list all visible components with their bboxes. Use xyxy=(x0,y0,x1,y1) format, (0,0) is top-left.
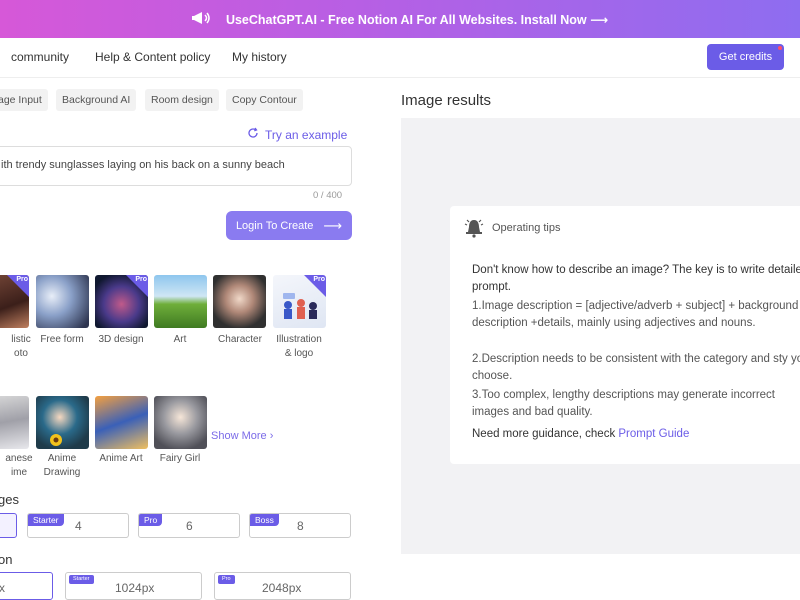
sunflower-icon xyxy=(50,434,62,446)
boss-tag: Boss xyxy=(250,514,279,526)
style-label-illustration-logo: Illustration & logo xyxy=(276,334,322,359)
style-label-fairy-girl: Fairy Girl xyxy=(159,453,201,464)
image-count-option-boss[interactable]: Boss 8 xyxy=(249,513,351,538)
login-label: Login To Create xyxy=(235,219,314,232)
bell-icon xyxy=(464,219,484,238)
resolution-value: 1024px xyxy=(115,581,155,595)
resolution-option-default[interactable]: x xyxy=(0,572,53,600)
tips-guidance: Need more guidance, check Prompt Guide xyxy=(472,428,690,440)
style-thumb-illustration-logo[interactable]: Pro xyxy=(273,275,326,328)
notification-dot xyxy=(778,46,782,50)
app-root: UseChatGPT.AI - Free Notion AI For All W… xyxy=(0,0,800,600)
pro-tag: Pro xyxy=(218,575,235,584)
images-count-label: ges xyxy=(0,492,19,507)
banner-text: UseChatGPT.AI - Free Notion AI For All W… xyxy=(225,12,609,27)
tip-2: 2.Description needs to be consistent wit… xyxy=(472,353,800,382)
image-count-option-starter[interactable]: Starter 4 xyxy=(27,513,129,538)
chip-room-design[interactable]: Room design xyxy=(145,89,219,111)
tip-1: 1.Image description = [adjective/adverb … xyxy=(472,300,799,329)
chip-copy-contour[interactable]: Copy Contour xyxy=(226,89,303,111)
nav-help[interactable]: Help & Content policy xyxy=(95,50,210,64)
resolution-value: x xyxy=(0,581,5,595)
image-count-option-1[interactable] xyxy=(0,513,17,538)
operating-tips-card: Operating tips Don't know how to describ… xyxy=(450,206,800,464)
style-label-3d-design: 3D design xyxy=(98,334,144,345)
image-count-option-pro[interactable]: Pro 6 xyxy=(138,513,240,538)
top-nav: community Help & Content policy My histo… xyxy=(0,38,800,78)
tips-header: Operating tips xyxy=(464,218,560,238)
promo-banner[interactable]: UseChatGPT.AI - Free Notion AI For All W… xyxy=(0,0,800,38)
style-thumb-anime-art[interactable] xyxy=(95,396,148,449)
style-thumb-art[interactable] xyxy=(154,275,207,328)
tip-3: 3.Too complex, lengthy descriptions may … xyxy=(472,389,775,418)
arrow-right-icon: ⟶ xyxy=(323,217,343,233)
pro-tag: Pro xyxy=(139,514,163,526)
resolution-label: on xyxy=(0,552,13,567)
image-count-value: 6 xyxy=(186,519,193,533)
get-credits-button[interactable]: Get credits xyxy=(707,44,784,70)
try-example-link[interactable]: Try an example xyxy=(247,127,347,142)
style-thumb-free-form[interactable] xyxy=(36,275,89,328)
prompt-guide-link[interactable]: Prompt Guide xyxy=(618,428,689,440)
tips-question: Don't know how to describe an image? The… xyxy=(472,264,800,293)
resolution-value: 2048px xyxy=(262,581,302,595)
starter-tag: Starter xyxy=(28,514,64,526)
chip-image-input[interactable]: age Input xyxy=(0,89,48,111)
style-thumb-realistic-photo[interactable]: Pro xyxy=(0,275,29,328)
style-label-art: Art xyxy=(173,334,187,345)
prompt-input[interactable]: ith trendy sunglasses laying on his back… xyxy=(0,146,352,186)
chip-background-ai[interactable]: Background AI xyxy=(56,89,137,111)
image-count-value: 4 xyxy=(75,519,82,533)
image-results-title: Image results xyxy=(401,92,492,109)
style-label-anime-drawing: Anime Drawing xyxy=(43,453,81,478)
megaphone-icon xyxy=(191,10,212,29)
resolution-option-2048[interactable]: Pro 2048px xyxy=(214,572,351,600)
nav-history[interactable]: My history xyxy=(232,50,287,64)
style-thumb-fairy-girl[interactable] xyxy=(154,396,207,449)
style-thumb-japanese-anime[interactable] xyxy=(0,396,29,449)
style-label-anime-art: Anime Art xyxy=(99,453,143,464)
style-thumb-character[interactable] xyxy=(213,275,266,328)
style-label-character: Character xyxy=(218,334,262,345)
char-counter: 0 / 400 xyxy=(313,190,343,201)
style-label-free-form: Free form xyxy=(40,334,84,345)
resolution-option-1024[interactable]: Starter 1024px xyxy=(65,572,202,600)
starter-tag: Starter xyxy=(69,575,94,584)
login-to-create-button[interactable]: Login To Create ⟶ xyxy=(226,211,352,240)
nav-community[interactable]: community xyxy=(11,50,69,64)
image-count-value: 8 xyxy=(297,519,304,533)
try-example-label: Try an example xyxy=(265,127,348,142)
style-thumb-3d-design[interactable]: Pro xyxy=(95,275,148,328)
tips-title: Operating tips xyxy=(492,222,561,234)
style-thumb-anime-drawing[interactable] xyxy=(36,396,89,449)
refresh-icon xyxy=(247,127,259,142)
get-credits-label: Get credits xyxy=(718,51,773,63)
show-more-link[interactable]: Show More › xyxy=(211,430,273,442)
